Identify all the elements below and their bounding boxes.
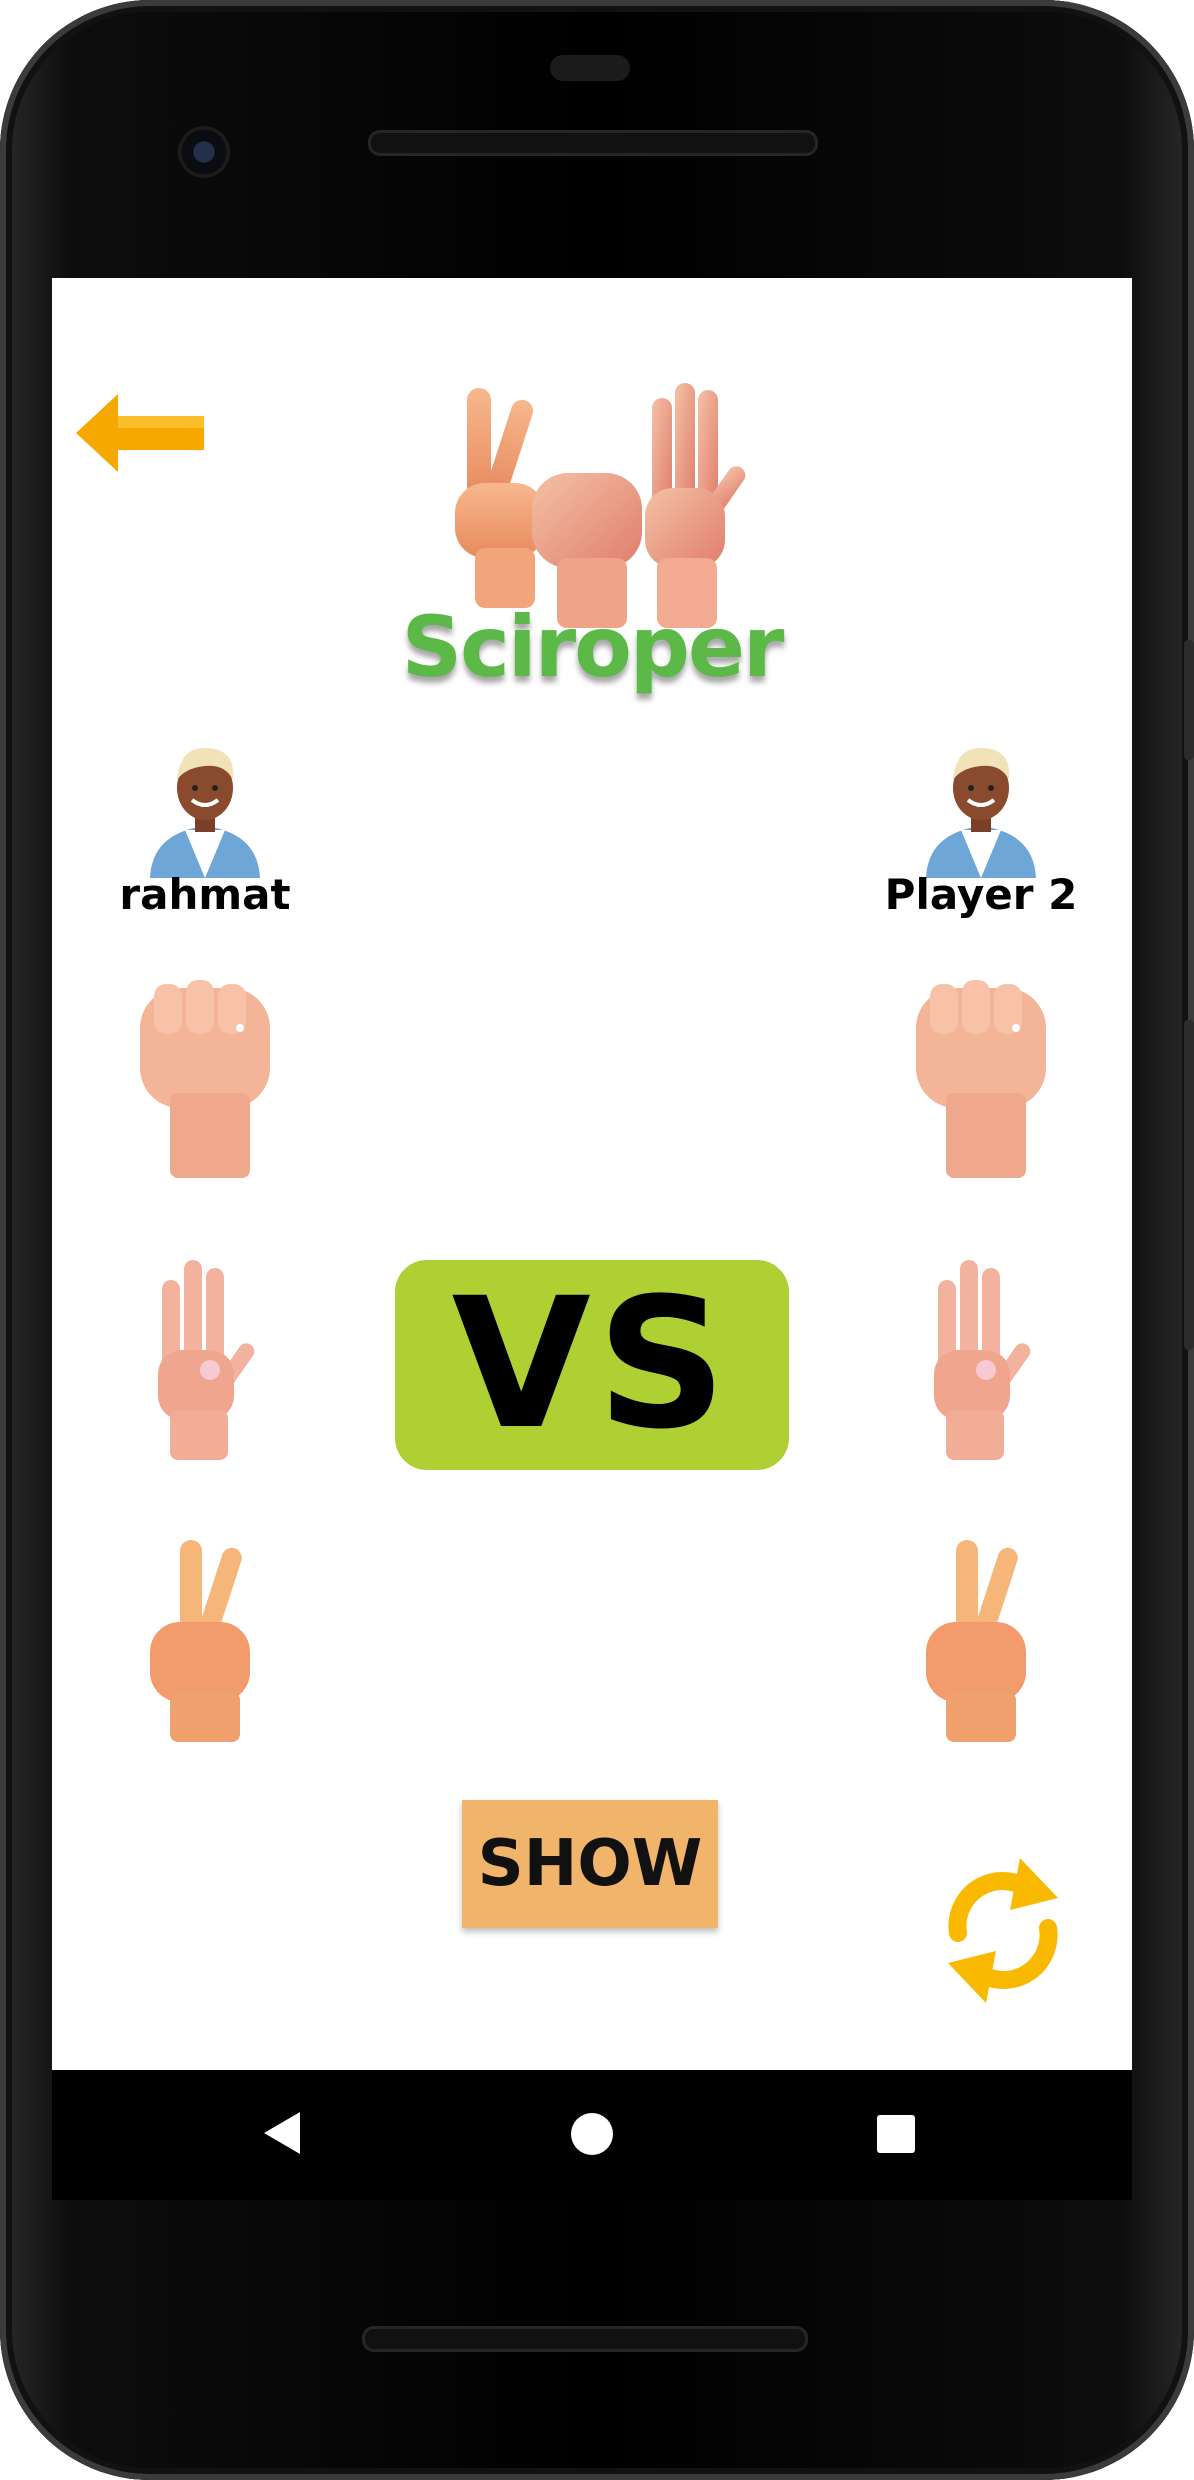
app-screen: Sciroper rahmat Player 2 VS SHOW (52, 278, 1132, 2070)
vs-badge: VS (395, 1260, 789, 1470)
navigation-bar (52, 2070, 1132, 2200)
player-2-name: Player 2 (884, 870, 1078, 919)
power-button (1184, 640, 1194, 760)
refresh-icon[interactable] (938, 1848, 1068, 2008)
nav-recents-icon[interactable] (876, 2114, 916, 2154)
show-button[interactable]: SHOW (462, 1800, 718, 1928)
show-button-label: SHOW (477, 1827, 703, 1901)
nav-home-icon[interactable] (570, 2112, 614, 2156)
player-2-scissors-icon[interactable] (896, 1532, 1066, 1742)
player-2-avatar-icon (926, 747, 1036, 878)
player-1-avatar-icon (150, 747, 260, 878)
player-1-name: rahmat (119, 870, 291, 919)
app-title: Sciroper (401, 598, 785, 696)
top-speaker (368, 130, 818, 156)
back-arrow-icon[interactable] (72, 388, 212, 478)
bottom-speaker (362, 2326, 808, 2352)
vs-label: VS (451, 1260, 733, 1469)
volume-button (1184, 1020, 1194, 1350)
player-2-paper-icon[interactable] (896, 1250, 1066, 1460)
player-2-rock-icon[interactable] (896, 968, 1066, 1178)
player-1-rock-icon[interactable] (120, 968, 290, 1178)
earpiece (550, 55, 630, 81)
front-camera (178, 126, 230, 178)
nav-back-icon[interactable] (262, 2110, 302, 2156)
player-1-scissors-icon[interactable] (120, 1532, 290, 1742)
player-1-paper-icon[interactable] (120, 1250, 290, 1460)
